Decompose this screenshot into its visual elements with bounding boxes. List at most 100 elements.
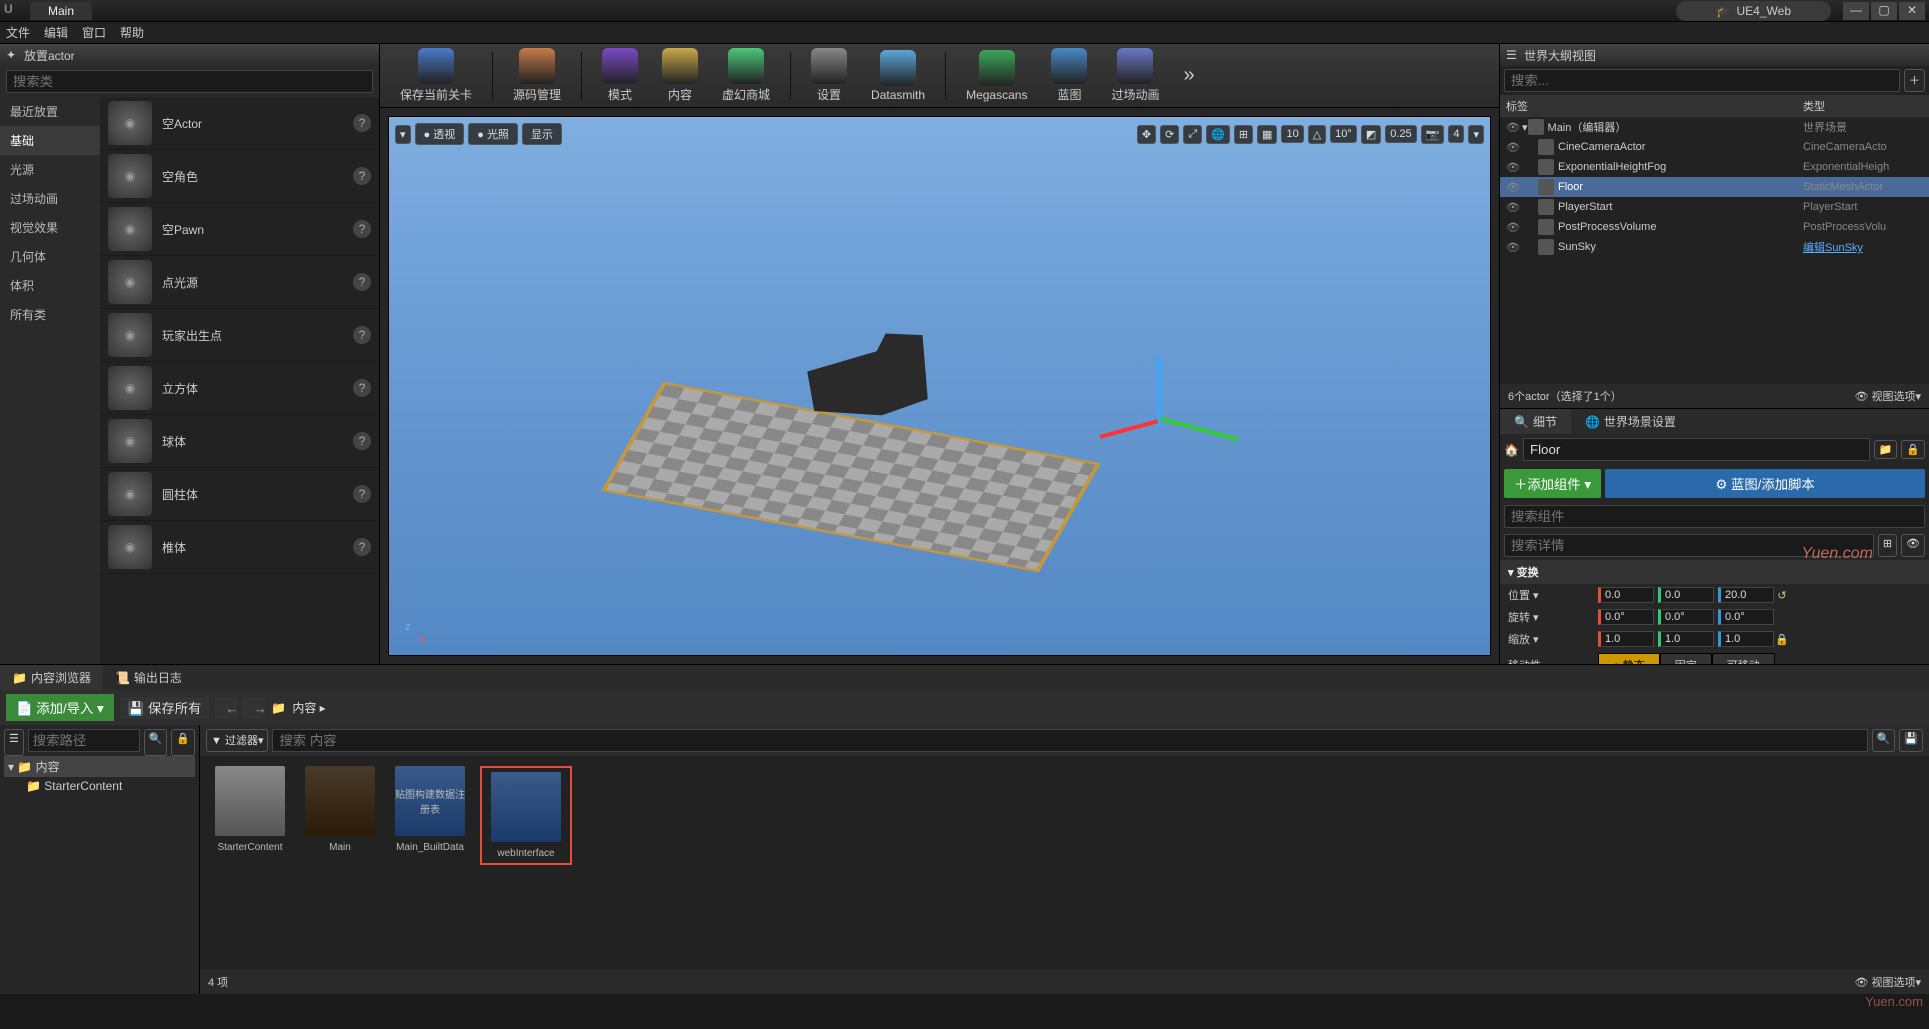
location-z[interactable] <box>1718 587 1774 603</box>
tree-item-内容[interactable]: ▾ 📁 内容 <box>4 756 195 777</box>
content-view-options[interactable]: 👁 视图选项▾ <box>1854 974 1921 990</box>
toolbar-模式[interactable]: 模式 <box>592 46 648 105</box>
details-eye-icon[interactable]: 👁 <box>1901 534 1925 557</box>
sources-toggle-icon[interactable]: ☰ <box>4 729 24 756</box>
tab-world-settings[interactable]: 🌐 世界场景设置 <box>1571 409 1690 434</box>
info-icon[interactable]: ? <box>353 432 371 450</box>
place-item-7[interactable]: ◉圆柱体? <box>100 468 379 521</box>
toolbar-过场动画[interactable]: 过场动画 <box>1101 46 1169 105</box>
viewport-options-button[interactable]: ▾ <box>395 125 411 144</box>
add-import-button[interactable]: 📄 添加/导入 ▾ <box>6 694 114 721</box>
close-button[interactable]: ✕ <box>1899 2 1925 20</box>
transform-scale-icon[interactable]: ⤢ <box>1183 125 1202 144</box>
outliner-row-SunSky[interactable]: 👁SunSky编辑SunSky <box>1500 237 1929 257</box>
level-tab[interactable]: Main <box>30 2 92 20</box>
tree-search-icon[interactable]: 🔍 <box>144 729 168 756</box>
outliner-view-options[interactable]: 👁 视图选项▾ <box>1854 388 1921 404</box>
location-y[interactable] <box>1658 587 1714 603</box>
place-item-0[interactable]: ◉空Actor? <box>100 97 379 150</box>
place-category-1[interactable]: 基础 <box>0 126 100 155</box>
show-menu-button[interactable]: 显示 <box>522 123 562 145</box>
search-details-input[interactable] <box>1504 534 1874 557</box>
place-category-6[interactable]: 体积 <box>0 271 100 300</box>
grid-snap-value[interactable]: 10 <box>1281 125 1303 143</box>
info-icon[interactable]: ? <box>353 220 371 238</box>
place-category-5[interactable]: 几何体 <box>0 242 100 271</box>
place-item-3[interactable]: ◉点光源? <box>100 256 379 309</box>
scale-snap-icon[interactable]: ◩ <box>1361 125 1381 144</box>
place-search-input[interactable] <box>6 70 373 93</box>
outliner-row-ExponentialHeightFog[interactable]: 👁ExponentialHeightFogExponentialHeigh <box>1500 157 1929 177</box>
camera-speed-icon[interactable]: 📷 <box>1421 125 1445 144</box>
menu-edit[interactable]: 编辑 <box>44 24 68 41</box>
column-label[interactable]: 标签 <box>1506 98 1803 114</box>
info-icon[interactable]: ? <box>353 114 371 132</box>
place-category-4[interactable]: 视觉效果 <box>0 213 100 242</box>
scale-snap-value[interactable]: 0.25 <box>1385 125 1416 143</box>
blueprint-script-button[interactable]: ⚙ 蓝图/添加脚本 <box>1605 469 1925 498</box>
nav-forward-button[interactable]: → <box>243 697 265 719</box>
mobility-静态[interactable]: ● 静态 <box>1598 653 1660 664</box>
transform-rotate-icon[interactable]: ⟳ <box>1160 125 1179 144</box>
breadcrumb[interactable]: 内容 ▸ <box>292 699 325 716</box>
lit-mode-button[interactable]: ● 光照 <box>468 123 518 145</box>
toolbar-虚幻商城[interactable]: 虚幻商城 <box>712 46 780 105</box>
level-viewport[interactable]: ▾ ● 透视 ● 光照 显示 ✥ ⟳ ⤢ 🌐 ⊞ ▦ 10 △ 10° ◩ 0.… <box>388 116 1491 656</box>
menu-window[interactable]: 窗口 <box>82 24 106 41</box>
filters-button[interactable]: ▼ 过滤器▾ <box>206 729 268 752</box>
tab-output-log[interactable]: 📜 输出日志 <box>103 665 194 690</box>
camera-speed-value[interactable]: 4 <box>1448 125 1464 143</box>
scale-z[interactable] <box>1718 631 1774 647</box>
transform-section[interactable]: ▾ 变换 <box>1500 560 1929 584</box>
toolbar-源码管理[interactable]: 源码管理 <box>503 46 571 105</box>
lock-scale-icon[interactable]: 🔒 <box>1774 633 1790 646</box>
info-icon[interactable]: ? <box>353 273 371 291</box>
place-item-2[interactable]: ◉空Pawn? <box>100 203 379 256</box>
rotation-z[interactable] <box>1718 609 1774 625</box>
toolbar-保存当前关卡[interactable]: 保存当前关卡 <box>390 46 482 105</box>
viewport-maximize-icon[interactable]: ▾ <box>1468 125 1484 144</box>
outliner-row-Main（编辑器）[interactable]: 👁▾ Main（编辑器）世界场景 <box>1500 117 1929 137</box>
toolbar-Megascans[interactable]: Megascans <box>956 48 1037 104</box>
reset-location-icon[interactable]: ↺ <box>1774 589 1790 602</box>
place-item-4[interactable]: ◉玩家出生点? <box>100 309 379 362</box>
tab-content-browser[interactable]: 📁 内容浏览器 <box>0 665 103 690</box>
search-icon[interactable]: 🔍 <box>1872 729 1896 752</box>
content-item-StarterContent[interactable]: StarterContent <box>210 766 290 853</box>
info-icon[interactable]: ? <box>353 167 371 185</box>
tab-details[interactable]: 🔍 细节 <box>1500 409 1571 434</box>
outliner-row-PostProcessVolume[interactable]: 👁PostProcessVolumePostProcessVolu <box>1500 217 1929 237</box>
menu-file[interactable]: 文件 <box>6 24 30 41</box>
location-x[interactable] <box>1598 587 1654 603</box>
content-item-Main[interactable]: Main <box>300 766 380 853</box>
outliner-row-Floor[interactable]: 👁FloorStaticMeshActor <box>1500 177 1929 197</box>
perspective-button[interactable]: ● 透视 <box>415 123 465 145</box>
place-category-3[interactable]: 过场动画 <box>0 184 100 213</box>
search-components-input[interactable] <box>1504 505 1925 528</box>
tree-item-StarterContent[interactable]: 📁 StarterContent <box>4 777 195 795</box>
visibility-icon[interactable]: 👁 <box>1506 161 1522 174</box>
details-filter-icon[interactable]: ⊞ <box>1878 534 1897 557</box>
coord-space-icon[interactable]: 🌐 <box>1206 125 1230 144</box>
visibility-icon[interactable]: 👁 <box>1506 121 1522 134</box>
column-type[interactable]: 类型 <box>1803 98 1923 114</box>
visibility-icon[interactable]: 👁 <box>1506 141 1522 154</box>
place-item-1[interactable]: ◉空角色? <box>100 150 379 203</box>
lock-details-icon[interactable]: 🔒 <box>1901 440 1925 459</box>
place-item-8[interactable]: ◉椎体? <box>100 521 379 574</box>
info-icon[interactable]: ? <box>353 379 371 397</box>
visibility-icon[interactable]: 👁 <box>1506 241 1522 254</box>
maximize-button[interactable]: ▢ <box>1871 2 1897 20</box>
save-all-button[interactable]: 💾 保存所有 <box>120 697 210 719</box>
angle-snap-value[interactable]: 10° <box>1330 125 1357 143</box>
place-category-2[interactable]: 光源 <box>0 155 100 184</box>
grid-snap-icon[interactable]: ▦ <box>1257 125 1277 144</box>
info-icon[interactable]: ? <box>353 326 371 344</box>
mobility-固定[interactable]: 固定 <box>1660 653 1712 664</box>
content-search-input[interactable] <box>272 729 1867 752</box>
content-item-Main_BuiltData[interactable]: 贴图构建数据注册表Main_BuiltData <box>390 766 470 853</box>
transform-move-icon[interactable]: ✥ <box>1137 125 1156 144</box>
place-category-7[interactable]: 所有类 <box>0 300 100 329</box>
place-category-0[interactable]: 最近放置 <box>0 97 100 126</box>
angle-snap-icon[interactable]: △ <box>1308 125 1326 144</box>
